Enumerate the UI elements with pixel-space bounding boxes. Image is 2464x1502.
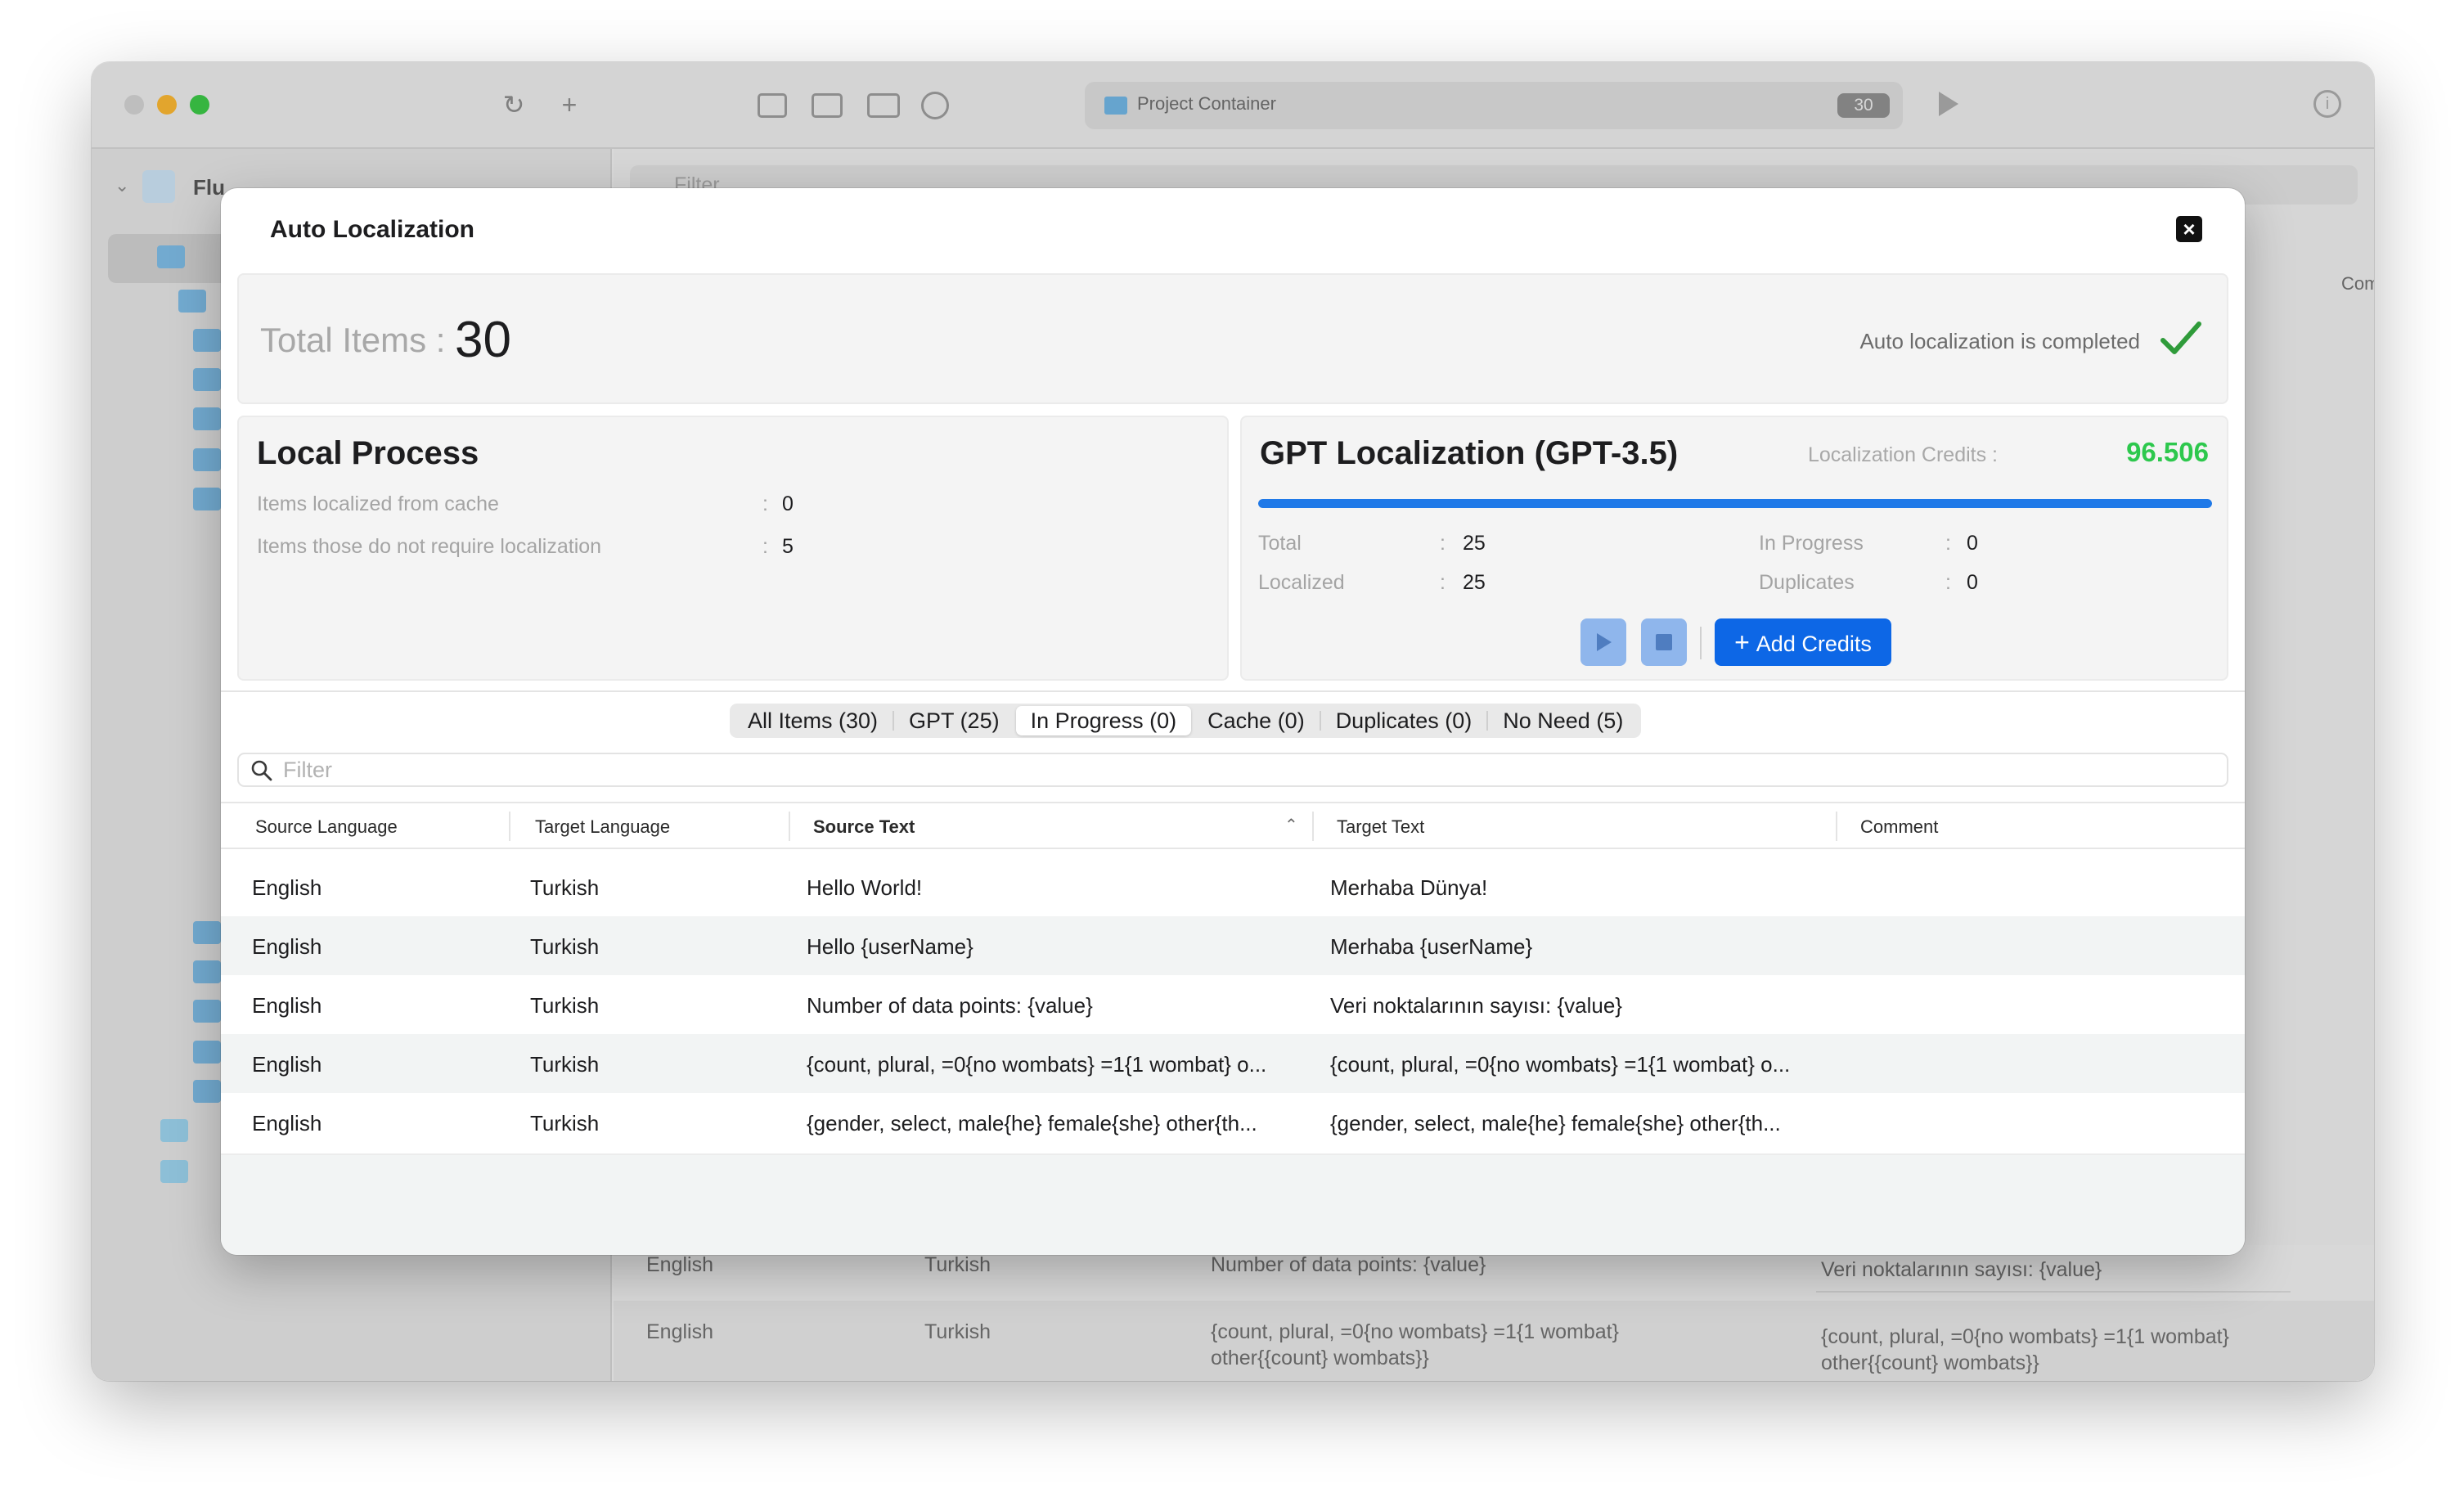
filter-input[interactable] (283, 754, 2214, 785)
colon: : (762, 492, 768, 515)
column-comment[interactable]: Comment (1860, 816, 1938, 838)
tab-gpt[interactable]: GPT (25) (894, 706, 1014, 735)
plus-icon: + (1734, 627, 1750, 657)
duplicates-label: Duplicates (1759, 571, 1855, 594)
local-process-panel: Local Process Items localized from cache… (237, 416, 1229, 681)
target-text-cell: Merhaba Dünya! (1330, 875, 1488, 900)
cache-items-label: Items localized from cache (257, 492, 499, 515)
localized-label: Localized (1258, 571, 1345, 594)
tab-all-items[interactable]: All Items (30) (733, 706, 893, 735)
column-source-text[interactable]: Source Text (813, 816, 915, 838)
tab-cache[interactable]: Cache (0) (1193, 706, 1320, 735)
source-language-cell: English (252, 1052, 322, 1077)
credits-value: 96.506 (2126, 437, 2209, 467)
total-items-value: 30 (455, 312, 511, 368)
target-text-cell: Merhaba {userName} (1330, 934, 1533, 959)
filter-field (237, 753, 2228, 787)
table-row[interactable]: English Turkish {count, plural, =0{no wo… (221, 1034, 2245, 1093)
colon: : (1945, 571, 1951, 594)
local-process-title: Local Process (257, 435, 479, 471)
colon: : (1945, 532, 1951, 555)
colon: : (762, 535, 768, 558)
start-button[interactable] (1580, 618, 1626, 666)
total-label: Total (1258, 532, 1302, 555)
source-text-cell: {gender, select, male{he} female{she} ot… (807, 1111, 1257, 1135)
tab-duplicates[interactable]: Duplicates (0) (1321, 706, 1487, 735)
in-progress-value: 0 (1967, 532, 1978, 555)
colon: : (1440, 571, 1446, 594)
column-separator[interactable] (1312, 812, 1314, 841)
table-empty-area (221, 1153, 2245, 1255)
progress-fill (1258, 499, 2212, 508)
target-text-cell: {count, plural, =0{no wombats} =1{1 womb… (1330, 1052, 1791, 1077)
table-row[interactable]: English Turkish Number of data points: {… (221, 975, 2245, 1034)
source-language-cell: English (252, 1111, 322, 1135)
target-language-cell: Turkish (530, 934, 600, 959)
no-need-items-label: Items those do not require localization (257, 535, 602, 558)
target-language-cell: Turkish (530, 993, 600, 1018)
in-progress-label: In Progress (1759, 532, 1864, 555)
no-need-items-value: 5 (782, 535, 794, 558)
divider (1700, 627, 1702, 659)
source-text-cell: Number of data points: {value} (807, 993, 1093, 1018)
completion-status: Auto localization is completed (1859, 329, 2140, 353)
colon: : (1440, 532, 1446, 555)
table-row[interactable]: English Turkish {gender, select, male{he… (221, 1093, 2245, 1152)
column-separator[interactable] (789, 812, 790, 841)
column-source-language[interactable]: Source Language (255, 816, 398, 838)
table-header: Source Language Target Language Source T… (221, 802, 2245, 849)
target-language-cell: Turkish (530, 1052, 600, 1077)
play-icon (1597, 633, 1612, 651)
source-language-cell: English (252, 993, 322, 1018)
target-language-cell: Turkish (530, 875, 600, 900)
filter-tabs: All Items (30) GPT (25) In Progress (0) … (730, 704, 1642, 738)
localized-value: 25 (1463, 571, 1486, 594)
table-row[interactable]: English Turkish Hello {userName} Merhaba… (221, 916, 2245, 975)
source-language-cell: English (252, 875, 322, 900)
table-body: English Turkish Hello World! Merhaba Dün… (221, 857, 2245, 1152)
add-credits-label: Add Credits (1756, 632, 1872, 656)
target-language-cell: Turkish (530, 1111, 600, 1135)
tab-in-progress[interactable]: In Progress (0) (1015, 706, 1192, 735)
stop-button[interactable] (1641, 618, 1687, 666)
dialog-title: Auto Localization (270, 216, 474, 243)
source-text-cell: {count, plural, =0{no wombats} =1{1 womb… (807, 1052, 1267, 1077)
table-row[interactable]: English Turkish Hello World! Merhaba Dün… (221, 857, 2245, 916)
total-items-label: Total Items : (260, 321, 446, 359)
checkmark-icon (2160, 322, 2201, 354)
cache-items-value: 0 (782, 492, 794, 515)
column-target-language[interactable]: Target Language (535, 816, 670, 838)
target-text-cell: {gender, select, male{he} female{she} ot… (1330, 1111, 1781, 1135)
auto-localization-dialog: Auto Localization × Total Items : 30 Aut… (221, 188, 2245, 1255)
duplicates-value: 0 (1967, 571, 1978, 594)
close-dialog-button[interactable]: × (2176, 216, 2202, 242)
sort-ascending-icon[interactable]: ⌃ (1284, 815, 1298, 835)
column-separator[interactable] (1836, 812, 1837, 841)
source-text-cell: Hello World! (807, 875, 923, 900)
summary-panel: Total Items : 30 Auto localization is co… (237, 273, 2228, 404)
gpt-localization-panel: GPT Localization (GPT-3.5) Localization … (1240, 416, 2228, 681)
add-credits-button[interactable]: + Add Credits (1715, 618, 1891, 666)
progress-bar (1258, 499, 2212, 508)
stop-icon (1656, 634, 1672, 650)
column-target-text[interactable]: Target Text (1337, 816, 1424, 838)
credits-label: Localization Credits : (1807, 443, 1998, 466)
source-language-cell: English (252, 934, 322, 959)
divider (221, 690, 2245, 692)
column-separator[interactable] (509, 812, 510, 841)
gpt-title: GPT Localization (GPT-3.5) (1260, 435, 1679, 471)
total-value: 25 (1463, 532, 1486, 555)
tab-no-need[interactable]: No Need (5) (1488, 706, 1638, 735)
search-icon (251, 760, 272, 781)
source-text-cell: Hello {userName} (807, 934, 973, 959)
target-text-cell: Veri noktalarının sayısı: {value} (1330, 993, 1622, 1018)
